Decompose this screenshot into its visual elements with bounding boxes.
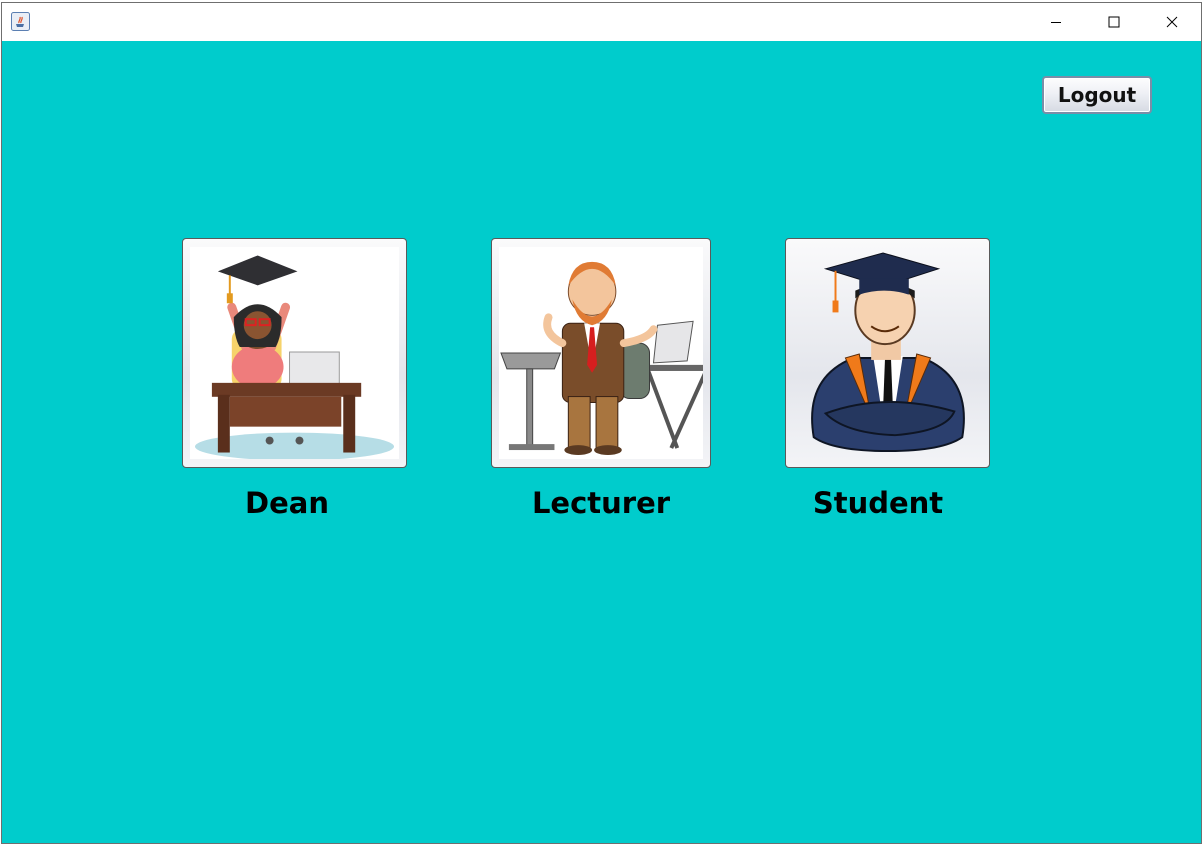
java-app-icon <box>11 12 30 31</box>
lecturer-illustration <box>500 261 703 455</box>
dean-button[interactable] <box>182 238 407 468</box>
student-label: Student <box>812 486 944 520</box>
title-bar <box>2 3 1201 41</box>
lecturer-image <box>499 247 703 459</box>
lecturer-label: Lecturer <box>531 486 671 520</box>
minimize-icon <box>1051 22 1061 23</box>
close-icon <box>1166 16 1178 28</box>
maximize-button[interactable] <box>1085 3 1143 41</box>
logout-button[interactable]: Logout <box>1042 76 1152 114</box>
dean-label: Dean <box>245 486 329 520</box>
maximize-icon <box>1108 16 1120 28</box>
lecturer-button[interactable] <box>491 238 711 468</box>
app-window: Logout Dean Lecturer Student <box>1 2 1202 844</box>
dean-image <box>190 247 399 459</box>
dean-illustration <box>195 255 394 459</box>
student-button[interactable] <box>785 238 990 468</box>
student-illustration <box>811 252 965 453</box>
close-button[interactable] <box>1143 3 1201 41</box>
minimize-button[interactable] <box>1027 3 1085 41</box>
main-panel: Logout Dean Lecturer Student <box>2 41 1201 843</box>
